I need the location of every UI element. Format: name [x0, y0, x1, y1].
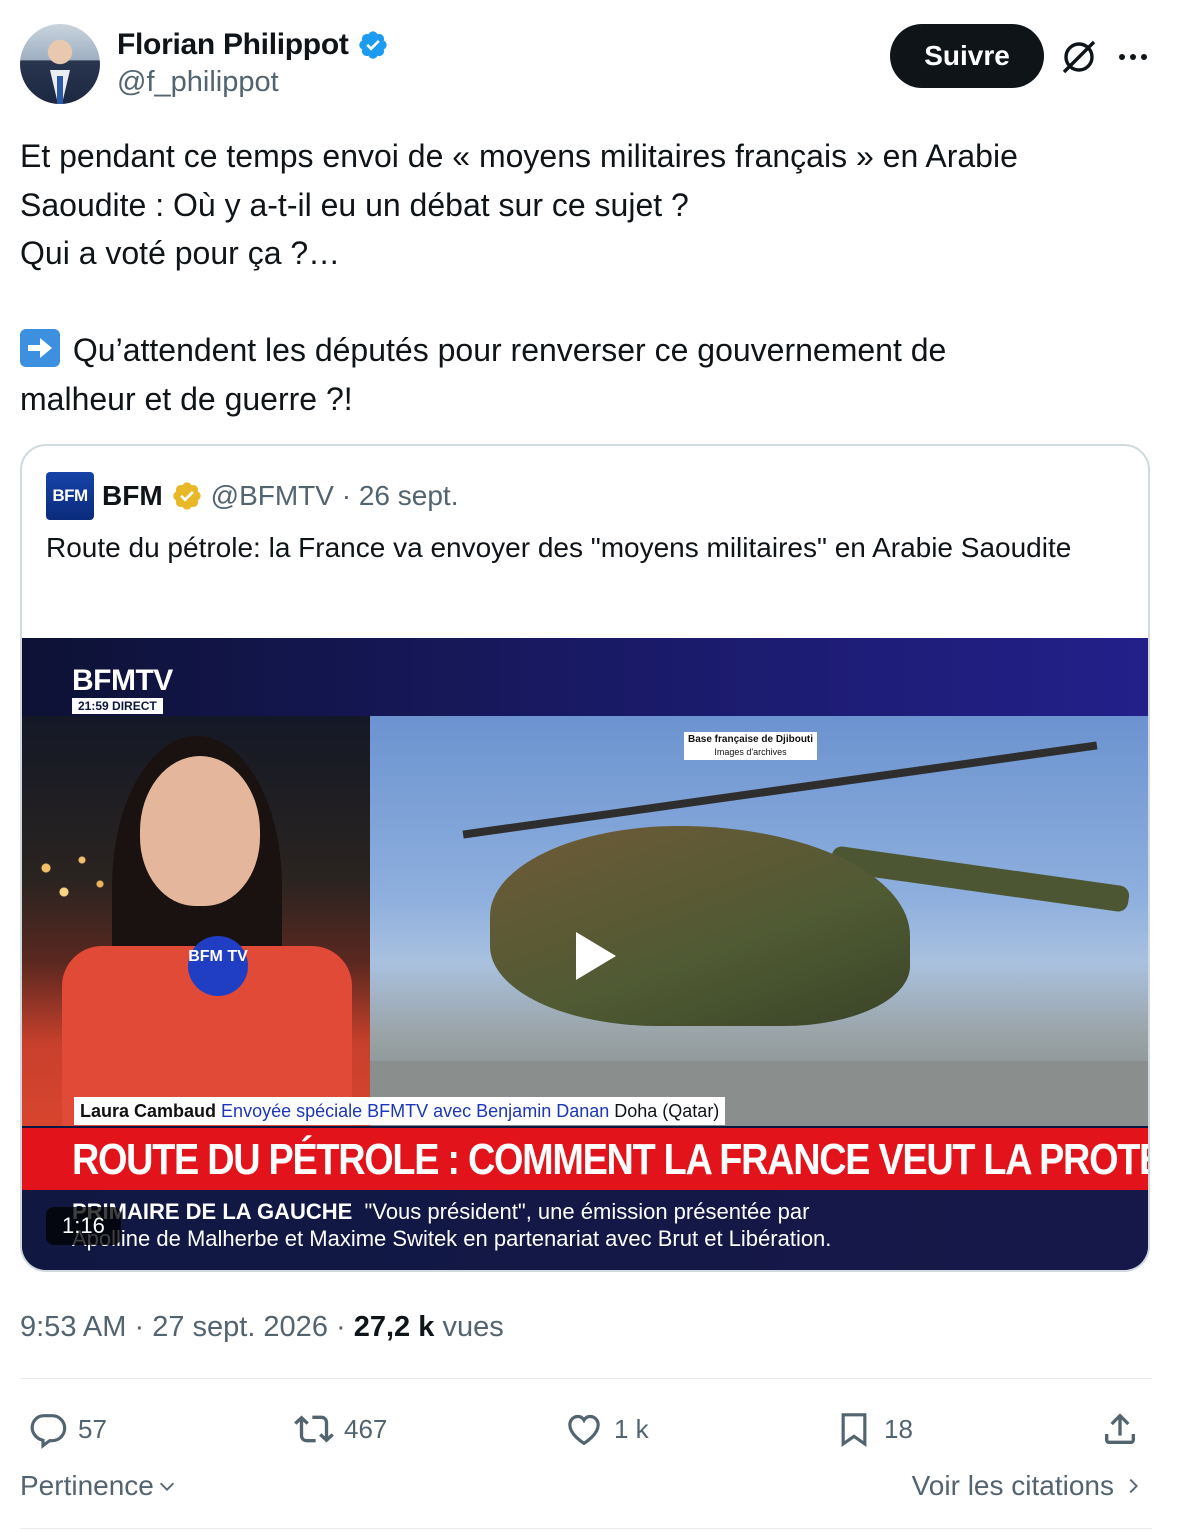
reporter-frame: BFM TV: [22, 716, 370, 1126]
bookmark-count: 18: [884, 1413, 913, 1444]
like-button[interactable]: 1 k: [564, 1400, 649, 1458]
archive-caption-title: Base française de Djibouti: [688, 734, 814, 745]
microphone-logo: BFM TV: [188, 936, 248, 996]
tweet-date[interactable]: 27 sept. 2026: [152, 1311, 328, 1343]
repost-button[interactable]: 467: [294, 1400, 387, 1458]
tweet-meta: 9:53 AM · 27 sept. 2026 · 27,2 k vues: [20, 1311, 504, 1343]
tweet-line: Qui a voté pour ça ?…: [20, 235, 341, 271]
views-label: vues: [442, 1311, 504, 1343]
like-count: 1 k: [614, 1413, 649, 1444]
tweet-line: malheur et de guerre ?!: [20, 380, 353, 417]
ticker-line: "Vous président", une émission présentée…: [364, 1199, 810, 1224]
tweet-text: Et pendant ce temps envoi de « moyens mi…: [20, 132, 1140, 423]
channel-logo: BFMTV: [72, 664, 173, 697]
reporter-location: Doha (Qatar): [614, 1101, 720, 1121]
divider: [20, 1528, 1152, 1529]
author-name-row: Florian Philippot: [117, 26, 389, 64]
reporter-role: Envoyée spéciale BFMTV avec Benjamin Dan…: [221, 1101, 610, 1121]
tweet-line: Et pendant ce temps envoi de « moyens mi…: [20, 138, 1018, 174]
tweet-line: Qu’attendent les députés pour renverser …: [64, 332, 947, 368]
reply-count: 57: [78, 1413, 107, 1444]
video-headline: ROUTE DU PÉTROLE : COMMENT LA FRANCE VEU…: [72, 1135, 1150, 1184]
quoted-tweet-card[interactable]: BFM BFM @BFMTV · 26 sept. Route du pétro…: [20, 444, 1150, 1272]
reporter-name-bar: Laura Cambaud Envoyée spéciale BFMTV ave…: [74, 1097, 726, 1125]
follow-button[interactable]: Suivre: [890, 24, 1044, 88]
video-duration: 1:16: [46, 1207, 121, 1245]
reply-button[interactable]: 57: [28, 1400, 107, 1458]
verified-badge-icon[interactable]: [357, 29, 389, 61]
author-handle[interactable]: @f_philippot: [117, 66, 279, 99]
repost-count: 467: [344, 1413, 388, 1444]
video-player[interactable]: BFMTV 21:59 DIRECT BFM TV Base française…: [22, 638, 1150, 1270]
archive-caption: Base française de Djibouti Images d'arch…: [684, 732, 818, 760]
archive-caption-sub: Images d'archives: [714, 747, 787, 757]
tweet-line: Saoudite : Où y a-t-il eu un débat sur c…: [20, 186, 689, 223]
action-bar: 57 467 1 k 18: [20, 1400, 1152, 1458]
city-lights: [28, 836, 118, 916]
quoted-author-handle-date[interactable]: @BFMTV · 26 sept.: [211, 480, 459, 512]
share-icon: [1105, 1413, 1135, 1444]
divider: [20, 1378, 1152, 1379]
live-clock: 21:59 DIRECT: [72, 698, 163, 714]
author-avatar[interactable]: [20, 24, 100, 104]
repost-icon: [294, 1415, 334, 1443]
quoted-tweet-header: BFM BFM @BFMTV · 26 sept.: [46, 470, 458, 522]
share-button[interactable]: [1100, 1400, 1140, 1458]
sort-dropdown[interactable]: Pertinence: [20, 1470, 178, 1502]
views-count: 27,2 k: [353, 1311, 435, 1343]
replies-toolbar: Pertinence Voir les citations: [20, 1470, 1152, 1514]
gold-verified-badge-icon: [171, 480, 203, 512]
reporter-name: Laura Cambaud: [80, 1101, 217, 1121]
play-icon[interactable]: [566, 928, 622, 984]
more-options-icon[interactable]: [1114, 38, 1152, 76]
sort-label: Pertinence: [20, 1470, 154, 1501]
chevron-right-icon: [1129, 1478, 1138, 1494]
quoted-author-name[interactable]: BFM: [102, 480, 163, 512]
video-top-banner: [22, 638, 1148, 716]
author-name[interactable]: Florian Philippot: [117, 28, 349, 62]
bookmark-icon: [841, 1413, 867, 1448]
tweet-time[interactable]: 9:53 AM: [20, 1311, 126, 1343]
view-quotes-label: Voir les citations: [911, 1470, 1114, 1501]
right-arrow-emoji-icon: [20, 329, 60, 367]
bfm-avatar[interactable]: BFM: [46, 472, 94, 520]
quoted-tweet-text: Route du pétrole: la France va envoyer d…: [46, 532, 1072, 563]
grok-icon[interactable]: [1058, 36, 1100, 78]
ticker-text: PRIMAIRE DE LA GAUCHE "Vous président", …: [72, 1198, 831, 1252]
reporter-face: [140, 756, 260, 906]
reply-icon: [30, 1414, 67, 1449]
heart-icon: [568, 1414, 600, 1446]
ticker-line: Apolline de Malherbe et Maxime Switek en…: [72, 1226, 832, 1251]
helicopter-frame: Base française de Djibouti Images d'arch…: [370, 716, 1148, 1126]
chevron-down-icon: [159, 1482, 174, 1491]
view-quotes-link[interactable]: Voir les citations: [912, 1470, 1144, 1502]
bookmark-button[interactable]: 18: [834, 1400, 913, 1458]
